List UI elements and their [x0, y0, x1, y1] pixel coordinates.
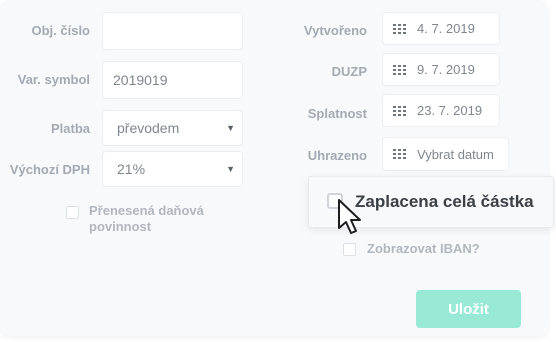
save-button[interactable]: Uložit: [416, 290, 521, 328]
prenesena-label: Přenesená daňová povinnost: [89, 203, 204, 234]
vychozi-dph-select[interactable]: 21% ▼: [102, 151, 243, 187]
platba-value: převodem: [117, 120, 180, 136]
iban-label: Zobrazovat IBAN?: [367, 241, 480, 256]
invoice-form-panel: Obj. číslo Var. symbol 2019019 Platba př…: [0, 0, 548, 336]
vychozi-dph-value: 21%: [117, 161, 146, 177]
uhrazeno-label: Uhrazeno: [307, 148, 367, 163]
chevron-down-icon: ▼: [226, 123, 235, 133]
iban-checkbox[interactable]: [343, 243, 356, 256]
uhrazeno-date-input[interactable]: Vybrat datum: [382, 137, 509, 171]
splatnost-date-input[interactable]: 23. 7. 2019: [382, 94, 500, 127]
zaplacena-label: Zaplacena celá částka: [355, 192, 534, 211]
prenesena-checkbox[interactable]: [66, 206, 79, 219]
calendar-icon: [393, 149, 406, 159]
duzp-value: 9. 7. 2019: [417, 62, 475, 77]
var-symbol-label: Var. symbol: [17, 72, 90, 87]
mouse-cursor-icon: [338, 199, 361, 234]
vytvoreno-date-input[interactable]: 4. 7. 2019: [382, 12, 500, 45]
uhrazeno-placeholder: Vybrat datum: [417, 146, 494, 162]
obj-cislo-label: Obj. číslo: [31, 23, 90, 38]
chevron-down-icon: ▼: [226, 164, 235, 174]
obj-cislo-input[interactable]: [102, 12, 243, 50]
splatnost-label: Splatnost: [307, 106, 367, 121]
vychozi-dph-label: Výchozí DPH: [9, 162, 90, 177]
duzp-label: DUZP: [331, 64, 367, 79]
calendar-icon: [393, 23, 406, 34]
splatnost-value: 23. 7. 2019: [417, 103, 483, 118]
duzp-date-input[interactable]: 9. 7. 2019: [382, 53, 500, 86]
calendar-icon: [393, 105, 406, 116]
platba-label: Platba: [50, 121, 90, 136]
platba-select[interactable]: převodem ▼: [102, 110, 243, 146]
vytvoreno-value: 4. 7. 2019: [417, 21, 475, 36]
var-symbol-input[interactable]: 2019019: [102, 61, 243, 99]
vytvoreno-label: Vytvořeno: [303, 23, 367, 38]
calendar-icon: [393, 64, 406, 75]
